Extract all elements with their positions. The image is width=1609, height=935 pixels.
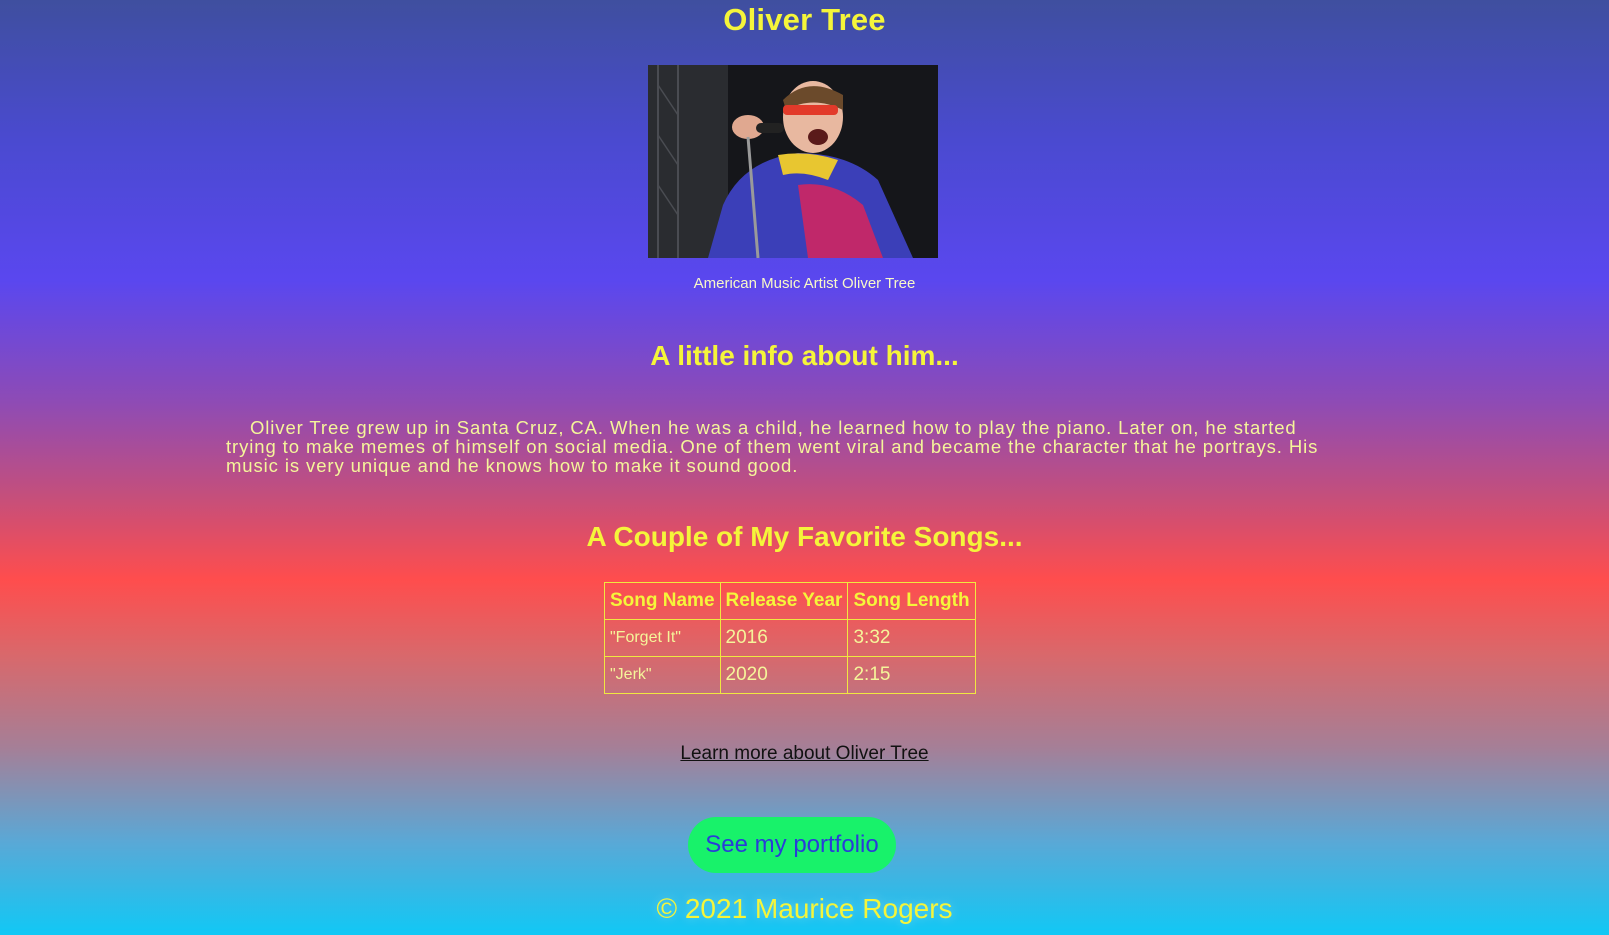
songs-table: Song Name Release Year Song Length "Forg… — [604, 582, 976, 694]
portfolio-button[interactable]: See my portfolio — [688, 817, 896, 873]
release-year-cell: 2016 — [719, 619, 849, 657]
artist-photo — [648, 65, 938, 258]
songs-heading: A Couple of My Favorite Songs... — [586, 521, 1023, 552]
table-row: "Forget It" 2016 3:32 — [604, 619, 976, 657]
page: Oliver Tree American Music Artist Oliver… — [0, 0, 1609, 935]
table-row: "Jerk" 2020 2:15 — [604, 656, 976, 694]
column-header: Song Length — [847, 582, 976, 620]
song-length-cell: 2:15 — [847, 656, 976, 694]
photo-caption: American Music Artist Oliver Tree — [693, 275, 916, 292]
song-name-cell: "Forget It" — [604, 619, 721, 657]
learn-more-container: Learn more about Oliver Tree — [0, 743, 1609, 765]
footer-copyright: © 2021 Maurice Rogers — [656, 893, 953, 924]
learn-more-link[interactable]: Learn more about Oliver Tree — [680, 743, 928, 764]
song-name-cell: "Jerk" — [604, 656, 721, 694]
bio-paragraph: Oliver Tree grew up in Santa Cruz, CA. W… — [226, 417, 1319, 476]
column-header: Release Year — [719, 582, 849, 620]
table-header-row: Song Name Release Year Song Length — [604, 582, 976, 620]
info-heading: A little info about him... — [650, 340, 959, 371]
page-title: Oliver Tree — [723, 2, 886, 37]
release-year-cell: 2020 — [719, 656, 849, 694]
song-length-cell: 3:32 — [847, 619, 976, 657]
column-header: Song Name — [604, 582, 721, 620]
